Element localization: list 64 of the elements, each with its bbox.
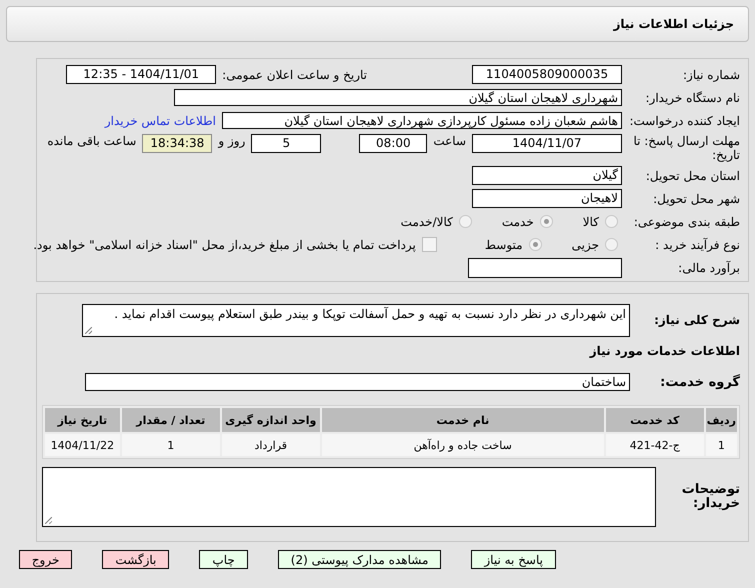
field-label: شرح کلی نیاز: (653, 313, 740, 327)
option-label: كالا/خدمت (400, 214, 453, 228)
checkbox[interactable] (422, 237, 437, 252)
field-label: روز و (218, 134, 246, 148)
input-field[interactable]: 08:00 (359, 134, 428, 153)
resize-grip-icon (85, 326, 92, 334)
contact-link[interactable]: اطلاعات تماس خریدار (104, 114, 216, 128)
page-title: جزئیات اطلاعات نیاز (613, 17, 734, 31)
table-cell: 1404/11/22 (45, 434, 120, 456)
field-label: شهر محل تحویل: (652, 192, 740, 206)
input-field[interactable]: هاشم شعبان زاده مسئول کارپردازی شهرداری لاهیجان استان گیلان (222, 112, 622, 129)
radio-button[interactable] (458, 215, 472, 228)
column-header: نام خدمت (322, 408, 604, 432)
action-button[interactable]: بازگشت (102, 550, 170, 569)
option-label: كالا (582, 214, 599, 228)
input-field[interactable]: 1104005809000035 (472, 65, 622, 84)
radio-button[interactable] (605, 238, 618, 251)
payment-note: پرداخت تمام یا بخشی از مبلغ خرید،از محل "اسناد خزانه اسلامی" خواهد بود. (33, 238, 416, 252)
notes-field[interactable] (42, 467, 656, 527)
option-label: متوسط (484, 238, 523, 252)
input-field[interactable]: شهرداری لاهیجان استان گیلان (174, 89, 622, 106)
table-cell: قرارداد (222, 434, 320, 456)
action-button[interactable]: چاپ (199, 550, 248, 569)
column-header: کد خدمت (606, 408, 704, 432)
field-label: نوع فرآیند خرید : (654, 238, 740, 252)
column-header: تعداد / مقدار (122, 408, 220, 432)
field-label: طبقه بندی موضوعی: (632, 214, 740, 228)
radio-button[interactable] (528, 238, 542, 251)
input-field[interactable]: لاهیجان (472, 189, 622, 208)
field-label: نام دستگاه خریدار: (644, 90, 740, 104)
action-button[interactable]: خروج (18, 550, 72, 569)
resize-grip-icon (45, 517, 52, 524)
input-field[interactable]: 1404/11/07 (472, 134, 622, 153)
field-label: استان محل تحویل: (644, 168, 740, 182)
field-label: ساعت (433, 134, 466, 148)
table-cell: 1 (122, 434, 220, 456)
input-field[interactable]: ساختمان (85, 373, 630, 391)
field-label: مهلت ارسال پاسخ: تا تاریخ: (632, 134, 740, 162)
option-label: خدمت (502, 214, 534, 228)
input-field[interactable] (468, 258, 622, 278)
column-header: تاریخ نیاز (45, 408, 120, 432)
radio-button[interactable] (605, 215, 618, 228)
action-button[interactable]: پاسخ به نیاز (471, 550, 556, 569)
table-cell: ج-42-421 (606, 434, 704, 456)
field-label: شماره نیاز: (682, 68, 740, 82)
countdown-timer: 18:34:38 (142, 134, 212, 153)
section-heading: اطلاعات خدمات مورد نیاز (588, 343, 740, 360)
table-cell: 1 (706, 434, 737, 456)
column-header: ردیف (706, 408, 737, 432)
table-cell: ساخت جاده و راه‌آهن (322, 434, 604, 456)
action-button[interactable]: مشاهده مدارک پیوستی (2) (278, 550, 442, 569)
field-label: گروه خدمت: (659, 374, 740, 390)
option-label: جزیی (572, 238, 599, 252)
input-field[interactable]: 5 (251, 134, 322, 153)
field-label: تاریخ و ساعت اعلان عمومی: (222, 68, 367, 82)
field-label: ایجاد کننده درخواست: (628, 114, 740, 128)
radio-button[interactable] (540, 215, 553, 228)
field-label: توضیحات خریدار: (680, 483, 740, 511)
field-label: ساعت باقی مانده (47, 134, 136, 148)
description-field[interactable]: این شهرداری در نظر دارد نسبت به تهیه و حمل آسفالت توپکا و بیندر طبق استعلام پیوست اقدام نماید . (82, 304, 630, 336)
input-field[interactable]: 1404/11/01 - 12:35 (66, 65, 216, 84)
field-label: برآورد مالی: (677, 260, 740, 274)
input-field[interactable]: گیلان (472, 166, 622, 185)
column-header: واحد اندازه گیری (222, 408, 320, 432)
